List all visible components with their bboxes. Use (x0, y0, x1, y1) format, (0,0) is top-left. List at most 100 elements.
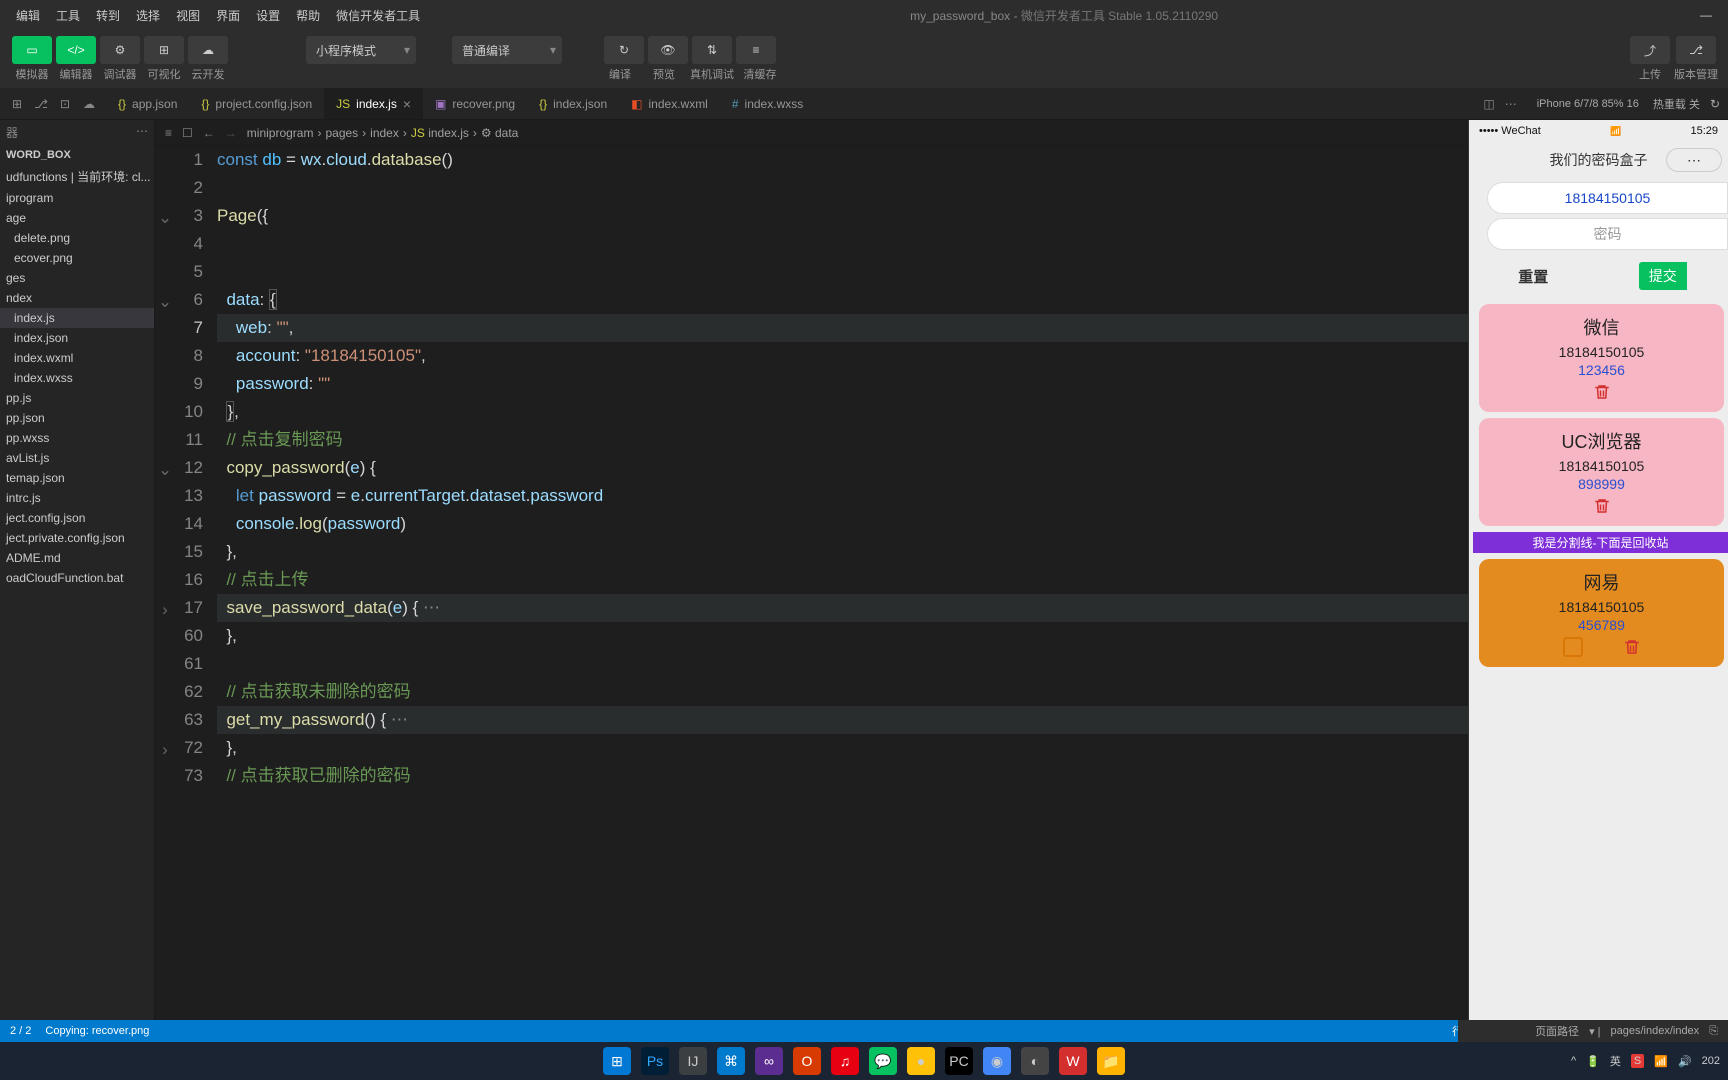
cloud-icon[interactable]: ☁ (80, 97, 98, 111)
card-password[interactable]: 456789 (1485, 617, 1718, 633)
tab-app-json[interactable]: {}app.json (106, 88, 189, 119)
close-icon[interactable]: × (403, 96, 411, 112)
menu-devtools[interactable]: 微信开发者工具 (328, 7, 428, 24)
wps-icon[interactable]: W (1059, 1047, 1087, 1075)
menu-goto[interactable]: 转到 (88, 7, 128, 24)
file-tree-item[interactable]: pp.json (0, 408, 154, 428)
clear-cache-button[interactable]: ≡ (736, 36, 776, 64)
menu-view[interactable]: 视图 (168, 7, 208, 24)
netease-icon[interactable]: ♫ (831, 1047, 859, 1075)
file-tree-item[interactable]: pp.wxss (0, 428, 154, 448)
file-tree-item[interactable]: ject.private.config.json (0, 528, 154, 548)
sim-capsule[interactable]: ⋯ (1666, 148, 1722, 172)
tray-date[interactable]: 202 (1702, 1055, 1720, 1067)
sim-password-input[interactable]: 密码 (1487, 218, 1728, 250)
file-tree-item[interactable]: oadCloudFunction.bat (0, 568, 154, 588)
file-tree-item[interactable]: iprogram (0, 188, 154, 208)
route-value[interactable]: pages/index/index (1611, 1025, 1700, 1037)
upload-button[interactable]: ⤴ (1630, 36, 1670, 64)
mode-select[interactable]: 小程序模式 (306, 36, 416, 64)
file-tree-item[interactable]: ject.config.json (0, 508, 154, 528)
editor-toggle[interactable]: </> (56, 36, 96, 64)
file-tree-item[interactable]: index.js (0, 308, 154, 328)
preview-button[interactable]: 👁 (648, 36, 688, 64)
system-tray[interactable]: ^ 🔋 英 S 📶 🔊 202 (1571, 1053, 1720, 1069)
file-tree-item[interactable]: index.wxss (0, 368, 154, 388)
device-info[interactable]: iPhone 6/7/8 85% 16 (1537, 98, 1639, 110)
cloud-dev[interactable]: ☁ (188, 36, 228, 64)
vs-icon[interactable]: ∞ (755, 1047, 783, 1075)
back-icon[interactable]: ← (203, 126, 215, 140)
file-tree-item[interactable]: ndex (0, 288, 154, 308)
menu-interface[interactable]: 界面 (208, 7, 248, 24)
split-editor-icon[interactable]: ◫ (1483, 97, 1494, 111)
recycle-card[interactable]: 网易18184150105456789 (1479, 559, 1724, 667)
tray-wifi-icon[interactable]: 📶 (1654, 1055, 1668, 1068)
file-tree-item[interactable]: index.wxml (0, 348, 154, 368)
tray-battery-icon[interactable]: 🔋 (1586, 1055, 1600, 1068)
ext-icon[interactable]: ⊡ (56, 97, 74, 111)
workspace-root[interactable]: WORD_BOX (0, 145, 154, 165)
file-tree-item[interactable]: pp.js (0, 388, 154, 408)
browser-icon[interactable]: ● (907, 1047, 935, 1075)
wechat-icon[interactable]: 💬 (869, 1047, 897, 1075)
tray-ime-icon[interactable]: S (1631, 1054, 1644, 1068)
hot-reload-toggle[interactable]: 热重载 关 (1653, 96, 1700, 112)
menu-edit[interactable]: 编辑 (8, 7, 48, 24)
menu-help[interactable]: 帮助 (288, 7, 328, 24)
copy-route-icon[interactable]: ⎘ (1709, 1025, 1718, 1038)
office-icon[interactable]: O (793, 1047, 821, 1075)
compile-select[interactable]: 普通编译 (452, 36, 562, 64)
list-icon[interactable]: ≡ (165, 126, 172, 140)
start-icon[interactable]: ⊞ (603, 1047, 631, 1075)
tab-project-config[interactable]: {}project.config.json (189, 88, 324, 119)
tab-index-wxml[interactable]: ◧index.wxml (619, 88, 720, 119)
explorer-more-icon[interactable]: ⋯ (136, 124, 148, 141)
explorer-taskbar-icon[interactable]: 📁 (1097, 1047, 1125, 1075)
scm-icon[interactable]: ⎇ (32, 97, 50, 111)
window-minimize[interactable]: — (1700, 8, 1712, 22)
file-tree-item[interactable]: index.json (0, 328, 154, 348)
file-tree-item[interactable]: intrc.js (0, 488, 154, 508)
sim-account-input[interactable]: 18184150105 (1487, 182, 1728, 214)
file-tree-item[interactable]: ecover.png (0, 248, 154, 268)
trash-icon[interactable] (1593, 496, 1611, 516)
breadcrumb-path[interactable]: miniprogram›pages›index›JS index.js›⚙ da… (247, 126, 519, 140)
explorer-icon[interactable]: ⊞ (8, 97, 26, 111)
debugger-toggle[interactable]: ⚙ (100, 36, 140, 64)
file-tree-item[interactable]: ges (0, 268, 154, 288)
compile-button[interactable]: ↻ (604, 36, 644, 64)
file-tree-item[interactable]: age (0, 208, 154, 228)
card-password[interactable]: 123456 (1485, 362, 1718, 378)
devtools-icon[interactable]: ◐ (1021, 1047, 1049, 1075)
trash-icon[interactable] (1623, 637, 1641, 657)
sim-submit-button[interactable]: 提交 (1639, 262, 1687, 290)
file-tree-item[interactable]: ADME.md (0, 548, 154, 568)
simulator-toggle[interactable]: ▭ (12, 36, 52, 64)
pycharm-icon[interactable]: PC (945, 1047, 973, 1075)
version-mgmt-button[interactable]: ⎇ (1676, 36, 1716, 64)
visual-toggle[interactable]: ⊞ (144, 36, 184, 64)
menu-select[interactable]: 选择 (128, 7, 168, 24)
tab-recover-png[interactable]: ▣recover.png (423, 88, 527, 119)
menu-tools[interactable]: 工具 (48, 7, 88, 24)
file-tree-item[interactable]: udfunctions | 当前环境: cl... (0, 165, 154, 188)
more-actions-icon[interactable]: ⋯ (1505, 97, 1517, 111)
restore-icon[interactable] (1563, 637, 1583, 657)
password-card[interactable]: UC浏览器18184150105898999 (1479, 418, 1724, 526)
tab-index-json[interactable]: {}index.json (527, 88, 619, 119)
intellij-icon[interactable]: IJ (679, 1047, 707, 1075)
tray-expand-icon[interactable]: ^ (1571, 1055, 1576, 1067)
tray-volume-icon[interactable]: 🔊 (1678, 1055, 1692, 1068)
file-tree-item[interactable]: avList.js (0, 448, 154, 468)
card-password[interactable]: 898999 (1485, 476, 1718, 492)
password-card[interactable]: 微信18184150105123456 (1479, 304, 1724, 412)
refresh-simulator-icon[interactable]: ↻ (1710, 97, 1720, 111)
code-area[interactable]: ⌄⌄⌄›› 1234567891011121314151617606162637… (155, 146, 1468, 1020)
sim-reset-button[interactable]: 重置 (1518, 266, 1548, 287)
remote-debug-button[interactable]: ⇅ (692, 36, 732, 64)
menu-settings[interactable]: 设置 (248, 7, 288, 24)
tab-index-js[interactable]: JSindex.js× (324, 88, 423, 119)
chrome-icon[interactable]: ◉ (983, 1047, 1011, 1075)
trash-icon[interactable] (1593, 382, 1611, 402)
